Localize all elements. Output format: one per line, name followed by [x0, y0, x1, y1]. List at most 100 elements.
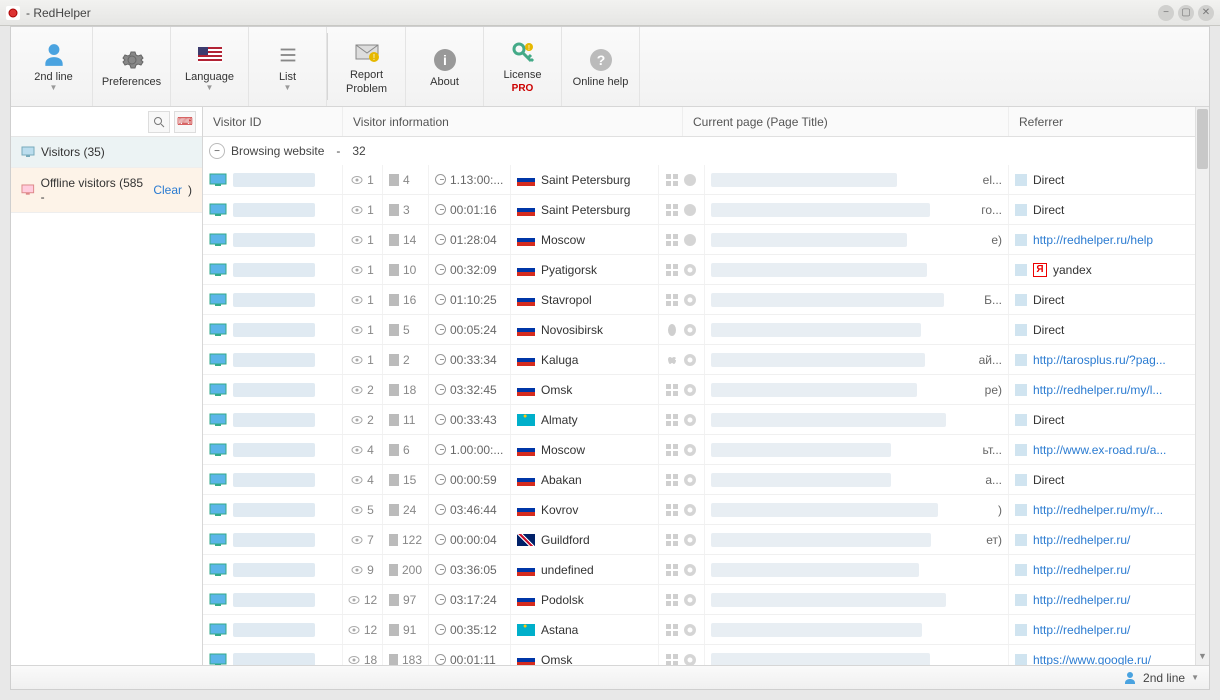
os-icon — [665, 383, 679, 397]
referrer-text: Direct — [1033, 323, 1064, 337]
table-row[interactable]: 21100:33:43AlmatyDirect — [203, 405, 1209, 435]
referrer-text: Direct — [1033, 413, 1064, 427]
status-label[interactable]: 2nd line — [1143, 671, 1185, 685]
sidebar-visitors[interactable]: Visitors (35) — [11, 137, 202, 168]
referrer-link[interactable]: http://redhelper.ru/ — [1033, 563, 1130, 577]
sidebar-offline-visitors[interactable]: Offline visitors (585 - Clear ) — [11, 168, 202, 213]
eye-icon — [351, 385, 363, 395]
monitor-icon — [209, 203, 227, 217]
scroll-thumb[interactable] — [1197, 109, 1208, 169]
table-row[interactable]: 11601:10:25StavropolБ...Direct — [203, 285, 1209, 315]
referrer-icon — [1015, 204, 1027, 216]
table-row[interactable]: 21803:32:45Omskре)http://redhelper.ru/my… — [203, 375, 1209, 405]
maximize-button[interactable]: ▢ — [1178, 5, 1194, 21]
table-row[interactable]: 11000:32:09PyatigorskЯyandex — [203, 255, 1209, 285]
table-row[interactable]: 1818300:01:11Omskhttps://www.google.ru/ — [203, 645, 1209, 665]
list-icon — [274, 41, 302, 69]
table-row[interactable]: 41500:00:59Abakanа...Direct — [203, 465, 1209, 495]
header-visitor-info[interactable]: Visitor information — [343, 107, 683, 136]
referrer-link[interactable]: https://www.google.ru/ — [1033, 653, 1151, 666]
referrer-link[interactable]: http://www.ex-road.ru/a... — [1033, 443, 1166, 457]
table-row[interactable]: 920003:36:05undefinedhttp://redhelper.ru… — [203, 555, 1209, 585]
about-button[interactable]: i About — [406, 27, 484, 106]
license-sub: PRO — [512, 83, 534, 94]
sidebar: ⌨ Visitors (35) Offline visitors (585 - … — [11, 107, 203, 665]
table-row[interactable]: 141.13:00:...Saint Petersburgel...Direct — [203, 165, 1209, 195]
scroll-down-icon[interactable]: ▼ — [1196, 651, 1209, 665]
view-count: 1 — [367, 293, 374, 307]
clock-icon — [435, 204, 446, 215]
table-row[interactable]: 129100:35:12Astanahttp://redhelper.ru/ — [203, 615, 1209, 645]
referrer-link[interactable]: http://redhelper.ru/my/l... — [1033, 383, 1162, 397]
monitor-icon — [209, 653, 227, 666]
table-row[interactable]: 11401:28:04Moscowе)http://redhelper.ru/h… — [203, 225, 1209, 255]
mail-alert-icon: ! — [353, 39, 381, 67]
flag-icon — [517, 174, 535, 186]
scrollbar[interactable]: ▲ ▼ — [1195, 107, 1209, 665]
dropdown-icon[interactable]: ▼ — [1191, 673, 1199, 682]
visitor-name-placeholder — [233, 563, 315, 577]
referrer-icon — [1015, 534, 1027, 546]
referrer-link[interactable]: http://redhelper.ru/ — [1033, 593, 1130, 607]
referrer-link[interactable]: http://redhelper.ru/my/r... — [1033, 503, 1163, 517]
flag-icon — [517, 234, 535, 246]
page-tail: el... — [983, 173, 1002, 187]
keyboard-button[interactable]: ⌨ — [174, 111, 196, 133]
titlebar[interactable]: - RedHelper − ▢ ✕ — [0, 0, 1220, 26]
eye-icon — [351, 295, 363, 305]
page-title-placeholder — [711, 593, 946, 607]
table-row[interactable]: 129703:17:24Podolskhttp://redhelper.ru/ — [203, 585, 1209, 615]
page-title-placeholder — [711, 623, 922, 637]
visitor-name-placeholder — [233, 503, 315, 517]
table-row[interactable]: 461.00:00:...Moscowьт...http://www.ex-ro… — [203, 435, 1209, 465]
header-current-page[interactable]: Current page (Page Title) — [683, 107, 1009, 136]
view-count: 12 — [364, 623, 377, 637]
key-icon: ! — [509, 39, 537, 67]
referrer-link[interactable]: http://tarosplus.ru/?pag... — [1033, 353, 1166, 367]
page-tail: ет) — [986, 533, 1002, 547]
location: Saint Petersburg — [541, 203, 630, 217]
eye-icon — [348, 655, 360, 665]
page-icon — [389, 654, 398, 666]
os-icon — [665, 263, 679, 277]
location: Stavropol — [541, 293, 592, 307]
table-row[interactable]: 52403:46:44Kovrov)http://redhelper.ru/my… — [203, 495, 1209, 525]
browser-icon — [683, 443, 697, 457]
close-button[interactable]: ✕ — [1198, 5, 1214, 21]
browser-icon — [683, 503, 697, 517]
page-count: 18 — [403, 383, 416, 397]
language-button[interactable]: Language ▼ — [171, 27, 249, 106]
group-sep: - — [336, 144, 340, 158]
language-label: Language — [185, 71, 234, 83]
page-tail: ай... — [979, 353, 1002, 367]
header-referrer[interactable]: Referrer — [1009, 107, 1209, 136]
header-visitor-id[interactable]: Visitor ID — [203, 107, 343, 136]
table-row[interactable]: 1500:05:24NovosibirskDirect — [203, 315, 1209, 345]
collapse-icon[interactable]: − — [209, 143, 225, 159]
group-row[interactable]: − Browsing website - 32 — [203, 137, 1209, 165]
column-headers: Visitor ID Visitor information Current p… — [203, 107, 1209, 137]
page-icon — [389, 354, 399, 366]
minimize-button[interactable]: − — [1158, 5, 1174, 21]
table-row[interactable]: 1200:33:34Kalugaай...http://tarosplus.ru… — [203, 345, 1209, 375]
table-row[interactable]: 1300:01:16Saint Petersburgго...Direct — [203, 195, 1209, 225]
second-line-button[interactable]: 2nd line ▼ — [15, 27, 93, 106]
online-help-button[interactable]: ? Online help — [562, 27, 640, 106]
table-row[interactable]: 712200:00:04Guildfordет)http://redhelper… — [203, 525, 1209, 555]
duration: 03:36:05 — [450, 563, 497, 577]
referrer-link[interactable]: http://redhelper.ru/help — [1033, 233, 1153, 247]
list-button[interactable]: List ▼ — [249, 27, 327, 106]
license-button[interactable]: ! License PRO — [484, 27, 562, 106]
referrer-link[interactable]: http://redhelper.ru/ — [1033, 533, 1130, 547]
page-title-placeholder — [711, 323, 921, 337]
monitor-icon — [209, 233, 227, 247]
referrer-link[interactable]: http://redhelper.ru/ — [1033, 623, 1130, 637]
report-problem-button[interactable]: ! Report Problem — [328, 27, 406, 106]
app-icon — [6, 6, 20, 20]
visitor-name-placeholder — [233, 353, 315, 367]
flag-icon — [517, 504, 535, 516]
view-count: 4 — [367, 473, 374, 487]
clear-link[interactable]: Clear — [153, 183, 182, 197]
preferences-button[interactable]: Preferences — [93, 27, 171, 106]
search-button[interactable] — [148, 111, 170, 133]
